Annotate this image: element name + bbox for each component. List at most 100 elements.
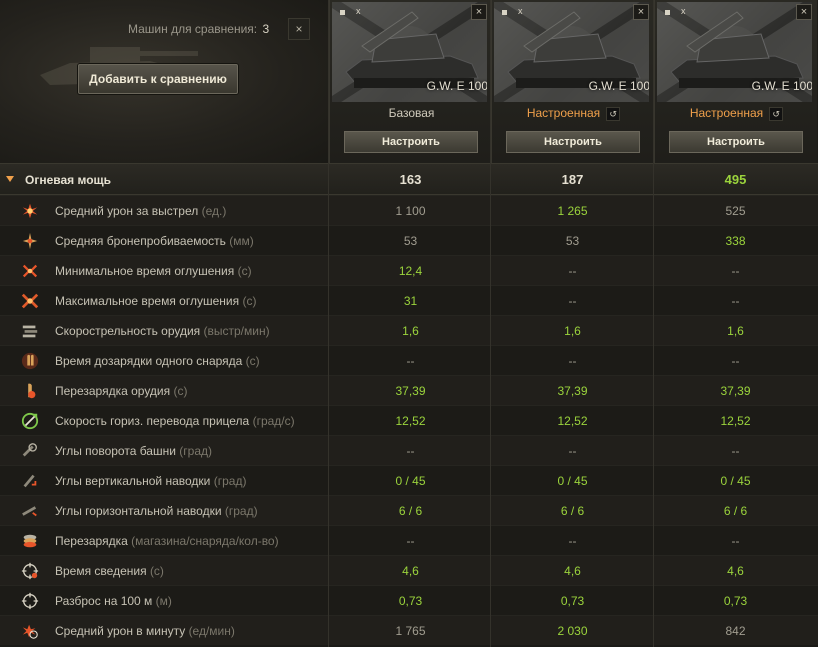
stat-row: Углы горизонтальной наводки (град) 6 / 6 6… (0, 495, 818, 525)
stat-row: Перезарядка орудия (с) 37,39 37,39 37,39 (0, 375, 818, 405)
stat-unit: (мм) (229, 234, 254, 248)
stat-value: 2 030 (557, 624, 588, 638)
dispersion-icon (21, 592, 39, 610)
vehicle-thumbnail[interactable]: x G.W. E 100 (494, 2, 649, 102)
stat-value: 12,52 (395, 414, 426, 428)
vehicle-thumbnail[interactable]: x G.W. E 100 (332, 2, 487, 102)
remove-vehicle-button[interactable]: × (471, 4, 487, 20)
vehicle-thumbnail[interactable]: x G.W. E 100 (657, 2, 812, 102)
remove-vehicle-button[interactable]: × (796, 4, 812, 20)
stat-label: Время сведения (с) (55, 556, 164, 586)
stat-value: 1,6 (564, 324, 581, 338)
stat-label: Перезарядка (магазина/снаряда/кол-во) (55, 526, 279, 556)
configure-button[interactable]: Настроить (669, 131, 803, 153)
stat-value: 842 (725, 624, 746, 638)
clear-comparison-button[interactable]: × (288, 18, 310, 40)
stat-value: 1 765 (395, 624, 426, 638)
stat-name: Средний урон за выстрел (55, 204, 199, 218)
close-icon: × (800, 6, 808, 18)
stat-value: -- (731, 354, 740, 368)
column-divider (328, 0, 329, 647)
add-to-comparison-button[interactable]: Добавить к сравнению (78, 64, 238, 94)
rate-of-fire-icon (22, 325, 38, 338)
reset-configuration-icon[interactable]: ↺ (769, 106, 784, 121)
stat-value: 0,73 (398, 594, 423, 608)
configuration-label: Базовая (330, 106, 493, 120)
stat-label: Углы поворота башни (град) (55, 436, 212, 466)
damage-per-minute-icon (22, 624, 38, 639)
shell-burst-icon (22, 203, 38, 219)
stat-name: Максимальное время оглушения (55, 294, 240, 308)
stat-value: 1,6 (727, 324, 744, 338)
stat-label: Средний урон за выстрел (ед.) (55, 196, 226, 226)
section-value: 187 (561, 172, 584, 187)
stat-unit: (с) (173, 384, 188, 398)
stat-row: Средняя бронепробиваемость (мм) 53 53 338 (0, 225, 818, 255)
configure-button[interactable]: Настроить (344, 131, 478, 153)
configuration-label: Настроенная ↺ (492, 106, 655, 121)
stat-name: Скорость гориз. перевода прицела (55, 414, 250, 428)
stat-name: Углы вертикальной наводки (55, 474, 211, 488)
section-value: 495 (724, 172, 747, 187)
stat-unit: (град/с) (252, 414, 295, 428)
vehicles-to-compare-counter: Машин для сравнения: 3 (128, 22, 269, 36)
vehicle-column-1: x G.W. E 100 × Базовая Настроить (329, 0, 492, 163)
stat-label: Разброс на 100 м (м) (55, 586, 172, 616)
stat-label: Максимальное время оглушения (с) (55, 286, 256, 316)
chevron-down-icon (6, 176, 14, 182)
stun-min-icon (22, 264, 38, 278)
stat-value: 53 (403, 234, 418, 248)
compare-count: 3 (262, 22, 270, 36)
stat-name: Перезарядка (55, 534, 128, 548)
stat-unit: (с) (237, 264, 252, 278)
tier-label: x (518, 6, 523, 16)
stat-name: Перезарядка орудия (55, 384, 171, 398)
section-firepower[interactable]: Огневая мощь 163 187 495 (0, 163, 818, 195)
stat-value: -- (731, 534, 740, 548)
stat-value: 525 (725, 204, 746, 218)
configuration-label: Настроенная ↺ (655, 106, 818, 121)
class-marker (340, 10, 345, 15)
stat-row: Минимальное время оглушения (с) 12,4 -- -- (0, 255, 818, 285)
comparison-header: Машин для сравнения: 3 × Добавить к срав… (0, 0, 818, 163)
stat-value: -- (568, 294, 577, 308)
stat-label: Время дозарядки одного снаряда (с) (55, 346, 260, 376)
stat-unit: (ед/мин) (188, 624, 235, 638)
stat-name: Время дозарядки одного снаряда (55, 354, 243, 368)
vehicle-column-3: x G.W. E 100 × Настроенная ↺ Настроить (654, 0, 817, 163)
stat-value: 12,4 (398, 264, 423, 278)
stat-label: Скорострельность орудия (выстр/мин) (55, 316, 270, 346)
reset-configuration-icon[interactable]: ↺ (606, 106, 621, 121)
stat-unit: (магазина/снаряда/кол-во) (131, 534, 279, 548)
section-title: Огневая мощь (25, 173, 112, 187)
configure-button[interactable]: Настроить (506, 131, 640, 153)
stat-value: -- (568, 354, 577, 368)
stat-unit: (с) (149, 564, 164, 578)
vehicle-column-2: x G.W. E 100 × Настроенная ↺ Настроить (491, 0, 654, 163)
stat-row: Средний урон в минуту (ед/мин) 1 765 2 030… (0, 615, 818, 645)
stat-value: 6 / 6 (723, 504, 748, 518)
stat-value: 0,73 (723, 594, 748, 608)
stat-label: Перезарядка орудия (с) (55, 376, 187, 406)
stat-value: 1 100 (395, 204, 426, 218)
vehicle-name: G.W. E 100 (426, 79, 487, 93)
stat-label: Углы вертикальной наводки (град) (55, 466, 246, 496)
stat-value: -- (406, 444, 415, 458)
horizontal-angles-icon (22, 506, 37, 517)
stat-label: Средняя бронепробиваемость (мм) (55, 226, 254, 256)
stat-value: 6 / 6 (398, 504, 423, 518)
stat-value: 37,39 (557, 384, 588, 398)
stat-row: Максимальное время оглушения (с) 31 -- -- (0, 285, 818, 315)
remove-vehicle-button[interactable]: × (633, 4, 649, 20)
stat-name: Углы поворота башни (55, 444, 176, 458)
elevation-icon (23, 474, 37, 488)
column-divider (490, 0, 491, 647)
stat-unit: (град) (213, 474, 247, 488)
stat-value: -- (406, 354, 415, 368)
vehicle-name: G.W. E 100 (751, 79, 812, 93)
stat-value: 0,73 (560, 594, 585, 608)
stat-row: Углы поворота башни (град) -- -- -- (0, 435, 818, 465)
stat-row: Время сведения (с) 4,6 4,6 4,6 (0, 555, 818, 585)
stat-value: 0 / 45 (395, 474, 426, 488)
close-icon: × (637, 6, 645, 18)
